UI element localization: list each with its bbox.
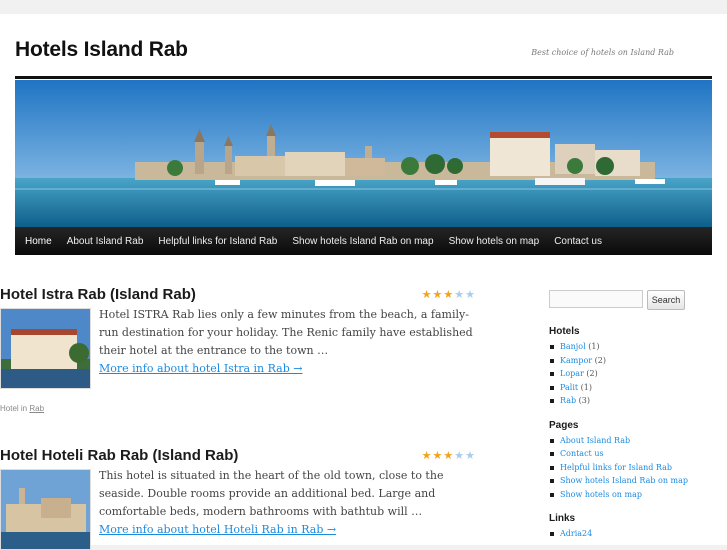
nav-show-hotels-island-rab-map[interactable]: Show hotels Island Rab on map (292, 236, 433, 247)
hotel-location-item: Rab (3) (549, 394, 699, 408)
location-count: (2) (594, 355, 606, 365)
hotel-location-item: Banjol (1) (549, 340, 699, 354)
star-empty-icon: ★ (465, 289, 475, 301)
nav-show-hotels-map[interactable]: Show hotels on map (449, 236, 540, 247)
star-empty-icon: ★ (465, 450, 475, 462)
excerpt-text: This hotel is situated in the heart of t… (99, 469, 444, 518)
widget-links: Links Adria24 (549, 513, 699, 541)
site-description: Best choice of hotels on Island Rab (531, 48, 674, 57)
hotel-location-item: Kampor (2) (549, 354, 699, 368)
location-count: (1) (588, 342, 600, 351)
nav-about-island-rab[interactable]: About Island Rab (67, 236, 144, 247)
widget-pages: Pages About Island Rab Contact us Helpfu… (549, 420, 699, 502)
location-count: (2) (586, 369, 598, 378)
star-empty-icon: ★ (454, 450, 465, 462)
widget-title: Links (549, 513, 576, 524)
nav-home[interactable]: Home (25, 236, 52, 247)
location-count: (1) (580, 382, 593, 392)
page-item: Show hotels Island Rab on map (549, 474, 699, 488)
page-link[interactable]: Show hotels Island Rab on map (560, 476, 688, 485)
location-link[interactable]: Banjol (560, 342, 586, 351)
star-rating: ★ ★ ★ ★ ★ (422, 290, 475, 301)
external-link[interactable]: Adria24 (560, 529, 592, 538)
page-item: Helpful links for Island Rab (549, 461, 699, 475)
sidebar: Search Hotels Banjol (1) Kampor (2) Lopa… (549, 290, 699, 541)
star-filled-icon: ★ (421, 289, 432, 301)
main-nav: Home About Island Rab Helpful links for … (15, 227, 712, 255)
hotel-location-item: Palit (1) (549, 381, 699, 395)
hotel-thumbnail[interactable] (0, 308, 91, 389)
site-title[interactable]: Hotels Island Rab (15, 38, 188, 62)
post-excerpt: This hotel is situated in the heart of t… (99, 467, 479, 539)
post-title[interactable]: Hotel Istra Rab (Island Rab) (0, 286, 475, 303)
more-info-link[interactable]: More info about hotel Hoteli Rab in Rab … (99, 521, 479, 539)
excerpt-text: Hotel ISTRA Rab lies only a few minutes … (99, 308, 473, 357)
location-count: (3) (578, 396, 590, 405)
post-meta: Hotel in Rab (0, 404, 44, 413)
star-filled-icon: ★ (443, 289, 454, 301)
post-title[interactable]: Hotel Hoteli Rab Rab (Island Rab) (0, 447, 475, 464)
hotel-thumbnail[interactable] (0, 469, 91, 550)
star-filled-icon: ★ (432, 450, 443, 462)
star-empty-icon: ★ (454, 289, 465, 301)
widget-title: Pages (549, 419, 579, 431)
star-filled-icon: ★ (443, 450, 454, 462)
page-item: Show hotels on map (549, 488, 699, 502)
location-link[interactable]: Palit (560, 383, 578, 392)
nav-helpful-links[interactable]: Helpful links for Island Rab (158, 236, 277, 247)
search-button[interactable]: Search (647, 290, 685, 310)
header-rule (15, 76, 712, 79)
page-link[interactable]: Helpful links for Island Rab (560, 463, 672, 472)
page-link[interactable]: Contact us (560, 449, 604, 458)
location-link[interactable]: Kampor (560, 356, 592, 365)
widget-title: Hotels (549, 326, 580, 337)
location-link[interactable]: Lopar (560, 369, 584, 378)
widget-hotels: Hotels Banjol (1) Kampor (2) Lopar (2) P… (549, 326, 699, 408)
meta-prefix: Hotel in (0, 404, 28, 413)
more-info-link[interactable]: More info about hotel Istra in Rab → (99, 360, 479, 378)
search-form: Search (549, 290, 699, 310)
star-rating: ★ ★ ★ ★ ★ (422, 451, 475, 462)
post-excerpt: Hotel ISTRA Rab lies only a few minutes … (99, 306, 479, 378)
hotel-location-item: Lopar (2) (549, 367, 699, 381)
category-link[interactable]: Rab (29, 404, 44, 413)
page-item: Contact us (549, 447, 699, 461)
nav-contact-us[interactable]: Contact us (554, 236, 602, 247)
star-filled-icon: ★ (432, 289, 443, 301)
page: Hotels Island Rab Best choice of hotels … (0, 14, 727, 550)
post-hotel-hoteli-rab: Hotel Hoteli Rab Rab (Island Rab) ★ ★ ★ … (0, 447, 475, 550)
header-banner-image[interactable] (15, 80, 712, 227)
page-link[interactable]: Show hotels on map (560, 490, 642, 499)
star-filled-icon: ★ (421, 450, 432, 462)
location-link[interactable]: Rab (560, 396, 576, 405)
page-item: About Island Rab (549, 434, 699, 448)
post-hotel-istra: Hotel Istra Rab (Island Rab) ★ ★ ★ ★ ★ H… (0, 286, 475, 413)
search-input[interactable] (549, 290, 643, 308)
page-link[interactable]: About Island Rab (560, 436, 630, 445)
link-item: Adria24 (549, 527, 699, 541)
